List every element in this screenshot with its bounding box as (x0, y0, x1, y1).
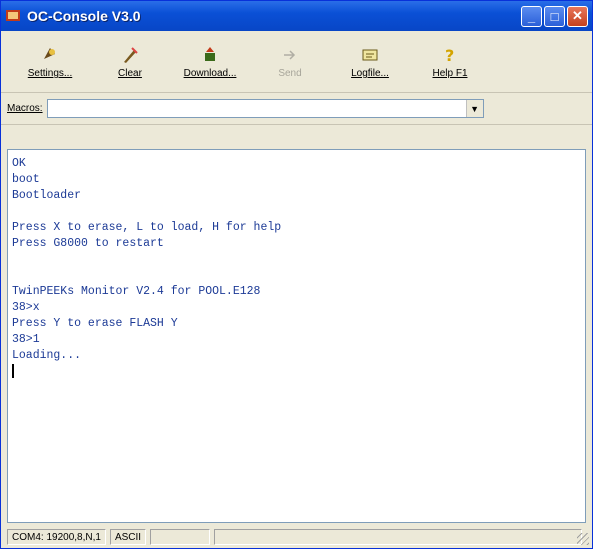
console-line: Press Y to erase FLASH Y (12, 317, 178, 330)
status-pane-fill (214, 528, 582, 545)
console-caret-line (12, 364, 585, 380)
status-mode: ASCII (109, 528, 147, 545)
app-window: OC-Console V3.0 _ □ ✕ Settings... Clear … (0, 0, 593, 549)
send-button[interactable]: Send (255, 45, 325, 79)
help-label: Help F1 (432, 68, 468, 79)
console-line: Loading... (12, 349, 82, 362)
help-button[interactable]: ? Help F1 (415, 45, 485, 79)
clear-icon (124, 47, 138, 63)
minimize-button[interactable]: _ (521, 5, 542, 27)
settings-button[interactable]: Settings... (15, 45, 85, 79)
logfile-icon (362, 49, 378, 61)
macros-label: Macros: (7, 103, 43, 114)
status-pane-empty (150, 528, 211, 545)
macros-combobox[interactable]: ▼ (46, 99, 484, 118)
logfile-button[interactable]: Logfile... (335, 45, 405, 79)
download-button[interactable]: Download... (175, 45, 245, 79)
console-output[interactable]: OK boot Bootloader Press X to erase, L to l… (7, 149, 586, 523)
console-line: OK (12, 157, 26, 170)
console-line: TwinPEEKs Monitor V2.4 for POOL.E128 (12, 285, 261, 298)
download-icon (205, 47, 215, 61)
send-icon (284, 50, 296, 60)
console-line: Press X to erase, L to load, H for help (12, 221, 282, 234)
window-title: OC-Console V3.0 (27, 8, 141, 24)
status-bar: COM4: 19200,8,N,1 ASCII (1, 525, 592, 548)
download-label: Download... (183, 68, 237, 79)
title-bar[interactable]: OC-Console V3.0 _ □ ✕ (1, 1, 592, 31)
console-line: 38>1 (12, 333, 40, 346)
send-label: Send (278, 68, 302, 79)
console-line: boot (12, 173, 40, 186)
toolbar: Settings... Clear Download... Send Logfi… (1, 31, 592, 93)
clear-button[interactable]: Clear (95, 45, 165, 79)
help-icon: ? (445, 46, 454, 65)
status-port: COM4: 19200,8,N,1 (7, 528, 106, 545)
app-icon (6, 10, 20, 21)
console-line: 38>x (12, 301, 40, 314)
settings-icon (44, 48, 55, 59)
console-line: Bootloader (12, 189, 82, 202)
resize-grip-icon[interactable] (577, 533, 589, 545)
console-line: Press G8000 to restart (12, 237, 164, 250)
text-caret (12, 364, 14, 378)
logfile-label: Logfile... (351, 68, 389, 79)
maximize-button[interactable]: □ (544, 5, 565, 27)
close-button[interactable]: ✕ (567, 5, 588, 27)
settings-label: Settings... (27, 68, 73, 79)
clear-label: Clear (118, 68, 142, 79)
macros-row: Macros: ▼ (1, 93, 592, 125)
chevron-down-icon[interactable]: ▼ (465, 100, 483, 117)
svg-text:?: ? (445, 46, 454, 65)
